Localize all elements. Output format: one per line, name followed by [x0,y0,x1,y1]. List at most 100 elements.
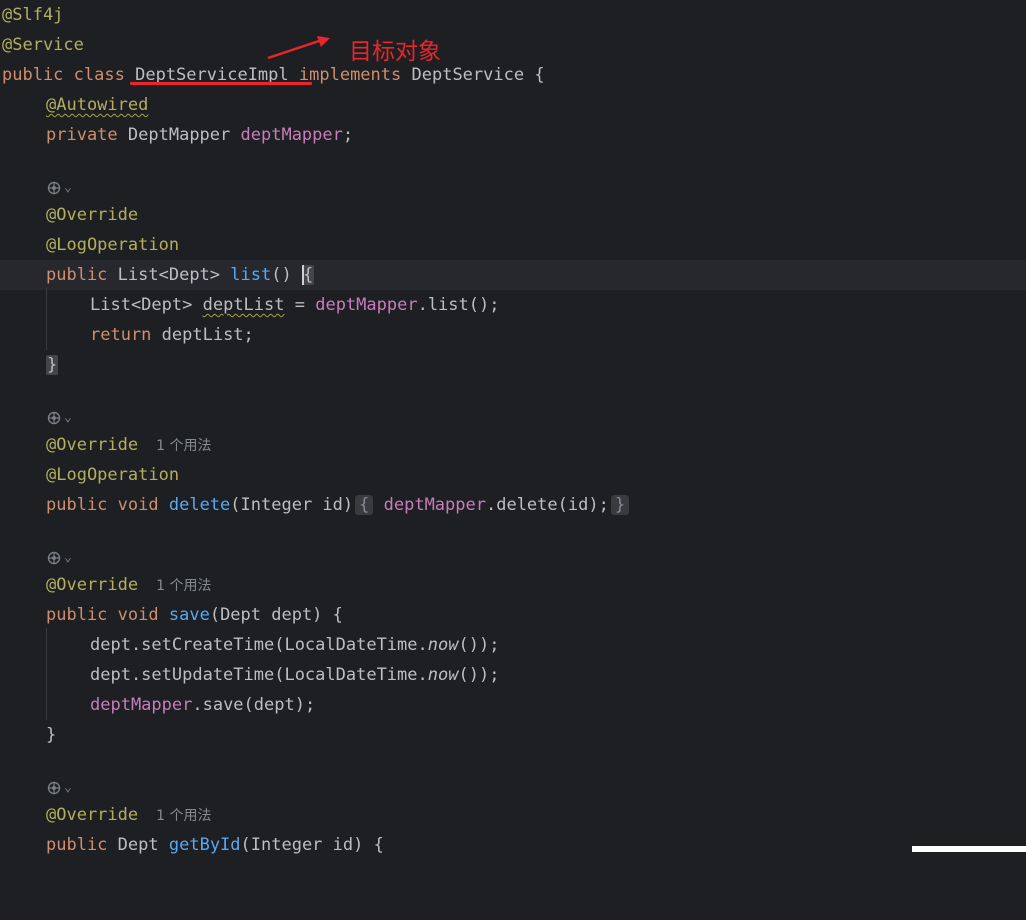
annotation-override: @Override [46,575,139,595]
code-line[interactable]: deptMapper.save(dept); [0,690,1026,720]
method-name-delete[interactable]: delete [169,495,230,515]
keyword-public: public [2,65,64,85]
code-line[interactable]: List<Dept> deptList = deptMapper.list(); [0,290,1026,320]
code-line[interactable]: dept.setUpdateTime(LocalDateTime.now()); [0,660,1026,690]
field-declaration: private DeptMapper deptMapper; [46,120,353,150]
annotation-arrow-icon [267,36,330,60]
method-name-save[interactable]: save [169,605,210,625]
method-call: .delete(id); [485,495,609,515]
gutter-row: ⌄ [0,773,1026,803]
statement-save: deptMapper.save(dept); [90,690,315,720]
method-params: () [271,265,292,285]
annotation-service: @Service [2,35,84,55]
return-type: Dept [117,835,159,855]
chevron-down-icon[interactable]: ⌄ [64,180,72,195]
keyword-private: private [46,125,118,145]
method-signature-getbyid: public Dept getById(Integer id) { [46,830,384,860]
local-var[interactable]: deptList [203,295,285,315]
usage-hint[interactable]: 1 个用法 [156,438,211,454]
code-editor[interactable]: @Slf4j @Service public class DeptService… [0,0,1026,855]
code-line[interactable]: public Dept getById(Integer id) { [0,830,1026,860]
code-line[interactable]: } [0,350,1026,380]
keyword-public: public [46,495,108,515]
keyword-return: return [90,325,152,345]
code-line[interactable]: @Override [0,200,1026,230]
code-line[interactable]: @Slf4j [0,0,1026,30]
keyword-public: public [46,605,108,625]
implements-marker-icon[interactable]: ⌄ [46,403,72,433]
folded-close-brace[interactable]: } [610,495,630,515]
code-line[interactable]: @Override 1 个用法 [0,430,1026,460]
annotation-logoperation: @LogOperation [46,465,180,485]
current-code-line[interactable]: public List<Dept> list() { [0,260,1026,290]
statement-list-assign: List<Dept> deptList = deptMapper.list(); [90,290,499,320]
open-brace: { [534,65,545,85]
method-name-getbyid[interactable]: getById [169,835,241,855]
annotation-underline [130,82,312,85]
code-line[interactable]: @LogOperation [0,230,1026,260]
field-type: DeptMapper [127,125,231,145]
chevron-down-icon[interactable]: ⌄ [64,410,72,425]
annotation-slf4j: @Slf4j [2,5,64,25]
chevron-down-icon[interactable]: ⌄ [64,550,72,565]
code-line[interactable]: public void save(Dept dept) { [0,600,1026,630]
keyword-class: class [73,65,125,85]
gutter-row: ⌄ [0,173,1026,203]
keyword-public: public [46,265,108,285]
close-brace: } [46,350,59,380]
keyword-void: void [117,605,159,625]
implements-marker-icon[interactable]: ⌄ [46,543,72,573]
implements-marker-icon[interactable]: ⌄ [46,773,72,803]
statement-set-update-time: dept.setUpdateTime(LocalDateTime.now()); [90,665,500,685]
code-line[interactable]: @Override 1 个用法 [0,570,1026,600]
indent-guide [46,288,47,350]
code-line[interactable]: return deptList; [0,320,1026,350]
statement-return: return deptList; [90,320,254,350]
class-declaration: public class DeptServiceImpl implements … [2,60,545,90]
static-call-now[interactable]: now [428,665,459,685]
static-call-now[interactable]: now [428,635,459,655]
code-line[interactable]: @Service [0,30,1026,60]
keyword-void: void [117,495,159,515]
field-name[interactable]: deptMapper [241,125,343,145]
method-name-list[interactable]: list [230,265,271,285]
code-line[interactable]: dept.setCreateTime(LocalDateTime.now()); [0,630,1026,660]
folded-open-brace[interactable]: { [355,495,374,515]
code-line[interactable]: @Override 1 个用法 [0,800,1026,830]
keyword-public: public [46,835,108,855]
code-line[interactable]: } [0,720,1026,750]
annotation-logoperation: @LogOperation [46,235,180,255]
annotation-label: 目标对象 [349,39,441,65]
implements-marker-icon[interactable]: ⌄ [46,173,72,203]
screenshot-edge [912,846,1026,852]
semicolon: ; [342,125,354,145]
chevron-down-icon[interactable]: ⌄ [64,780,72,795]
code-line[interactable]: @Autowired [0,90,1026,120]
close-brace: } [46,725,57,745]
return-type: List<Dept> [117,265,221,285]
method-params: (Integer id) [230,495,354,515]
field-ref[interactable]: deptMapper [384,495,486,515]
annotation-override: @Override [46,205,139,225]
field-ref[interactable]: deptMapper [90,695,192,715]
annotation-override: @Override [46,435,139,455]
method-params: (Dept dept) { [209,605,343,625]
code-line[interactable]: public void delete(Integer id){ deptMapp… [0,490,1026,520]
method-signature-delete: public void delete(Integer id){ deptMapp… [46,490,630,520]
method-call: .list(); [417,295,500,315]
code-line[interactable]: private DeptMapper deptMapper; [0,120,1026,150]
annotation-autowired: @Autowired [46,95,149,115]
field-ref[interactable]: deptMapper [315,295,417,315]
method-call: .save(dept); [192,695,316,715]
method-params: (Integer id) { [240,835,384,855]
method-signature-list: public List<Dept> list() { [46,260,315,290]
indent-guide [46,628,47,720]
code-line[interactable]: @LogOperation [0,460,1026,490]
usage-hint[interactable]: 1 个用法 [156,578,211,594]
code-line[interactable]: public class DeptServiceImpl implements … [0,60,1026,90]
interface-name[interactable]: DeptService [412,65,525,85]
usage-hint[interactable]: 1 个用法 [156,808,211,824]
gutter-row: ⌄ [0,403,1026,433]
local-type: List<Dept> [90,295,193,315]
assign-op: = [284,295,316,315]
